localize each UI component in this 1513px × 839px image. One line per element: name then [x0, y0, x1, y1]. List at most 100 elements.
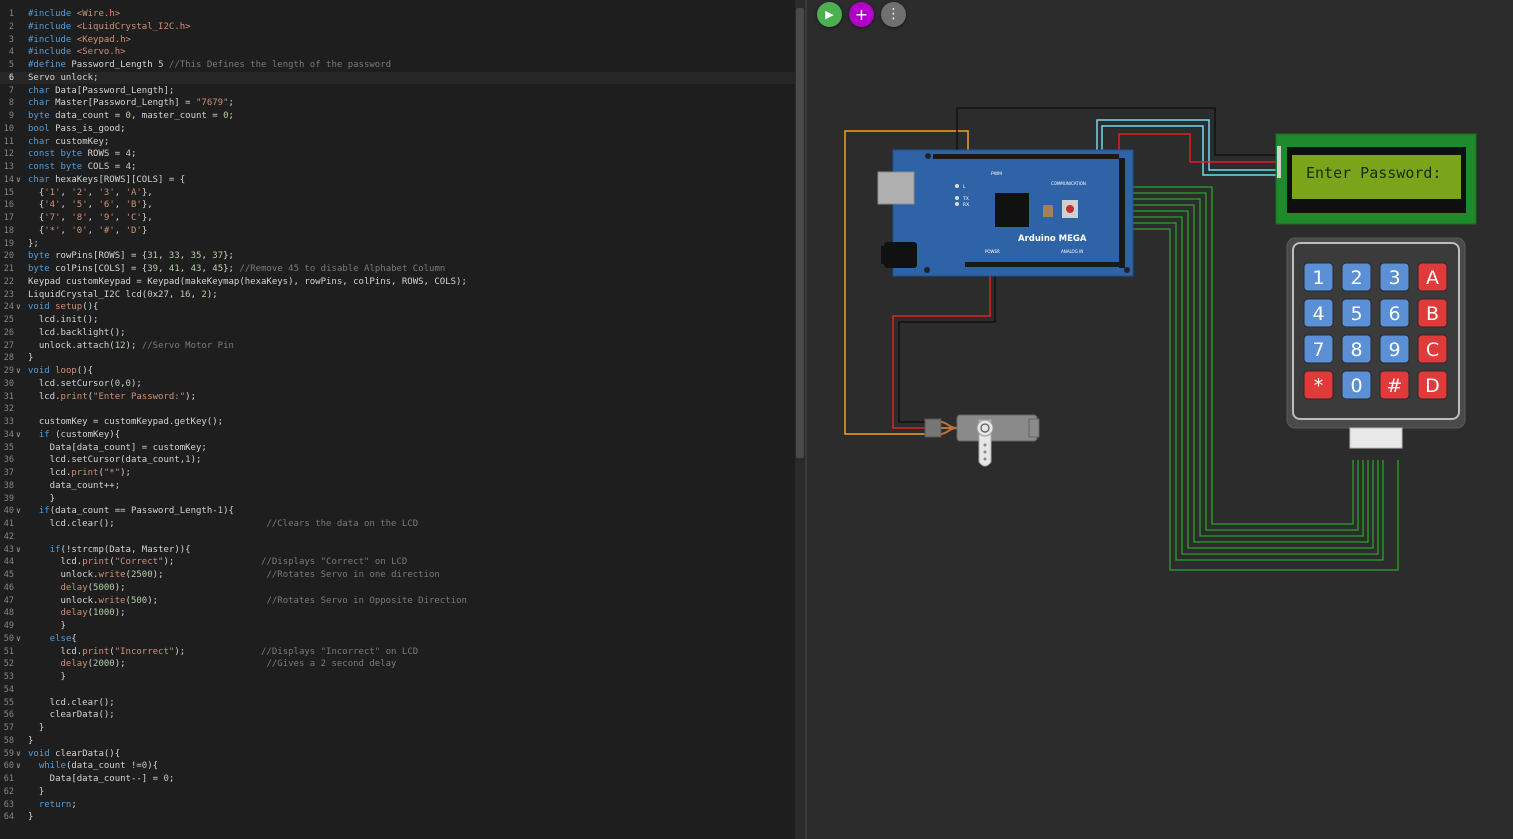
- fold-chevron-icon[interactable]: ∨: [16, 748, 24, 761]
- code-line[interactable]: 32: [0, 403, 795, 416]
- code-line[interactable]: 22 Keypad customKeypad = Keypad(makeKeyma…: [0, 276, 795, 289]
- keypad-key-star[interactable]: *: [1303, 370, 1334, 400]
- keypad-key-4[interactable]: 4: [1303, 298, 1334, 328]
- code-line[interactable]: 30 lcd.setCursor(0,0);: [0, 378, 795, 391]
- code-line[interactable]: 25 lcd.init();: [0, 314, 795, 327]
- code-line[interactable]: 4 #include <Servo.h>: [0, 46, 795, 59]
- code-line[interactable]: 58}: [0, 735, 795, 748]
- code-line[interactable]: 37 lcd.print("*");: [0, 467, 795, 480]
- code-line[interactable]: 8 char Master[Password_Length] = "7679";: [0, 97, 795, 110]
- code-line[interactable]: 18 {'*', '0', '#', 'D'}: [0, 225, 795, 238]
- code-line[interactable]: 53 }: [0, 671, 795, 684]
- wire-servo-vcc[interactable]: [892, 272, 991, 429]
- code-line[interactable]: 60 ∨ while(data_count !=0){: [0, 760, 795, 773]
- keypad-4x4[interactable]: 1 2 3 A 4 5 6 B 7 8 9 C * 0 # D: [1286, 237, 1466, 449]
- lcd-display[interactable]: Enter Password:: [1275, 133, 1477, 225]
- fold-chevron-icon[interactable]: ∨: [16, 365, 24, 378]
- code-editor[interactable]: 1 #include <Wire.h> 2 #include <LiquidCryst…: [0, 0, 795, 839]
- fold-chevron-icon[interactable]: ∨: [16, 760, 24, 773]
- code-line[interactable]: 29 ∨ void loop(){: [0, 365, 795, 378]
- editor-scrollbar[interactable]: [795, 0, 805, 839]
- code-line[interactable]: 63 return;: [0, 799, 795, 812]
- code-line[interactable]: 54: [0, 684, 795, 697]
- code-line[interactable]: 1 #include <Wire.h>: [0, 8, 795, 21]
- code-line[interactable]: 41 lcd.clear(); //Clears the data on the…: [0, 518, 795, 531]
- code-line[interactable]: 33 customKey = customKeypad.getKey();: [0, 416, 795, 429]
- fold-chevron-icon[interactable]: ∨: [16, 505, 24, 518]
- code-line[interactable]: 35 Data[data_count] = customKey;: [0, 442, 795, 455]
- code-line[interactable]: 11 char customKey;: [0, 136, 795, 149]
- keypad-key-9[interactable]: 9: [1379, 334, 1410, 364]
- code-line[interactable]: 64}: [0, 811, 795, 824]
- code-line[interactable]: 28}: [0, 352, 795, 365]
- keypad-key-c[interactable]: C: [1417, 334, 1448, 364]
- arduino-mega-board[interactable]: L TX RX PWM COMMUNICATION POWER ANALOG I…: [877, 149, 1134, 277]
- keypad-key-b[interactable]: B: [1417, 298, 1448, 328]
- code-line[interactable]: 47 unlock.write(500); //Rotates Servo in…: [0, 595, 795, 608]
- code-line[interactable]: 62 }: [0, 786, 795, 799]
- code-line[interactable]: 43 ∨ if(!strcmp(Data, Master)){: [0, 544, 795, 557]
- code-line[interactable]: 10 bool Pass_is_good;: [0, 123, 795, 136]
- keypad-key-d[interactable]: D: [1417, 370, 1448, 400]
- keypad-key-0[interactable]: 0: [1341, 370, 1372, 400]
- code-line[interactable]: 39 }: [0, 493, 795, 506]
- code-line[interactable]: 42: [0, 531, 795, 544]
- code-line[interactable]: 2 #include <LiquidCrystal_I2C.h>: [0, 21, 795, 34]
- code-line[interactable]: 26 lcd.backlight();: [0, 327, 795, 340]
- code-line[interactable]: 56 clearData();: [0, 709, 795, 722]
- code-line[interactable]: 46 delay(5000);: [0, 582, 795, 595]
- code-line[interactable]: 6 Servo unlock;: [0, 71, 795, 85]
- code-line[interactable]: 13 const byte COLS = 4;: [0, 161, 795, 174]
- code-line[interactable]: 19};: [0, 238, 795, 251]
- keypad-key-5[interactable]: 5: [1341, 298, 1372, 328]
- code-line[interactable]: 15 {'1', '2', '3', 'A'},: [0, 187, 795, 200]
- wire-lcd-ground[interactable]: [956, 107, 1277, 156]
- keypad-key-6[interactable]: 6: [1379, 298, 1410, 328]
- code-line[interactable]: 34 ∨ if (customKey){: [0, 429, 795, 442]
- code-line[interactable]: 21 byte colPins[COLS] = {39, 41, 43, 45};…: [0, 263, 795, 276]
- servo-motor[interactable]: [924, 414, 1040, 467]
- code-line[interactable]: 16 {'4', '5', '6', 'B'},: [0, 199, 795, 212]
- code-line[interactable]: 48 delay(1000);: [0, 607, 795, 620]
- code-line[interactable]: 3 #include <Keypad.h>: [0, 34, 795, 47]
- code-line[interactable]: 49 }: [0, 620, 795, 633]
- code-line[interactable]: 23 LiquidCrystal_I2C lcd(0x27, 16, 2);: [0, 289, 795, 302]
- keypad-key-2[interactable]: 2: [1341, 262, 1372, 292]
- code-line[interactable]: 52 delay(2000); //Gives a 2 second delay: [0, 658, 795, 671]
- wire-lcd-vcc[interactable]: [1118, 133, 1277, 163]
- code-line[interactable]: 45 unlock.write(2500); //Rotates Servo i…: [0, 569, 795, 582]
- code-line[interactable]: 9 byte data_count = 0, master_count = 0;: [0, 110, 795, 123]
- circuit-canvas[interactable]: L TX RX PWM COMMUNICATION POWER ANALOG I…: [807, 0, 1513, 839]
- code-line[interactable]: 12 const byte ROWS = 4;: [0, 148, 795, 161]
- code-line[interactable]: 27 unlock.attach(12); //Servo Motor Pin: [0, 340, 795, 353]
- code-line[interactable]: 61 Data[data_count--] = 0;: [0, 773, 795, 786]
- code-line[interactable]: 17 {'7', '8', '9', 'C'},: [0, 212, 795, 225]
- code-line[interactable]: 38 data_count++;: [0, 480, 795, 493]
- code-line[interactable]: 31 lcd.print("Enter Password:");: [0, 391, 795, 404]
- code-line[interactable]: 14 ∨ char hexaKeys[ROWS][COLS] = {: [0, 174, 795, 187]
- code-line[interactable]: 36 lcd.setCursor(data_count,1);: [0, 454, 795, 467]
- code-line[interactable]: 51 lcd.print("Incorrect"); //Displays "I…: [0, 646, 795, 659]
- keypad-key-hash[interactable]: #: [1379, 370, 1410, 400]
- keypad-key-3[interactable]: 3: [1379, 262, 1410, 292]
- keypad-key-8[interactable]: 8: [1341, 334, 1372, 364]
- code-line[interactable]: 44 lcd.print("Correct"); //Displays "Cor…: [0, 556, 795, 569]
- keypad-key-a[interactable]: A: [1417, 262, 1448, 292]
- code-line[interactable]: 24 ∨ void setup(){: [0, 301, 795, 314]
- code-line[interactable]: 7 char Data[Password_Length];: [0, 85, 795, 98]
- code-line[interactable]: 40 ∨ if(data_count == Password_Length-1){: [0, 505, 795, 518]
- code-line[interactable]: 55 lcd.clear();: [0, 697, 795, 710]
- code-line[interactable]: 5 #define Password_Length 5 //This Define…: [0, 59, 795, 72]
- code-line[interactable]: 50 ∨ else{: [0, 633, 795, 646]
- fold-chevron-icon[interactable]: ∨: [16, 174, 24, 187]
- keypad-key-7[interactable]: 7: [1303, 334, 1334, 364]
- fold-chevron-icon[interactable]: ∨: [16, 429, 24, 442]
- fold-chevron-icon[interactable]: ∨: [16, 633, 24, 646]
- wire-servo-ground[interactable]: [898, 272, 996, 423]
- keypad-key-1[interactable]: 1: [1303, 262, 1334, 292]
- code-line[interactable]: 59 ∨ void clearData(){: [0, 748, 795, 761]
- editor-scroll-thumb[interactable]: [796, 8, 804, 458]
- fold-chevron-icon[interactable]: ∨: [16, 544, 24, 557]
- fold-chevron-icon[interactable]: ∨: [16, 301, 24, 314]
- code-line[interactable]: 20 byte rowPins[ROWS] = {31, 33, 35, 37};: [0, 250, 795, 263]
